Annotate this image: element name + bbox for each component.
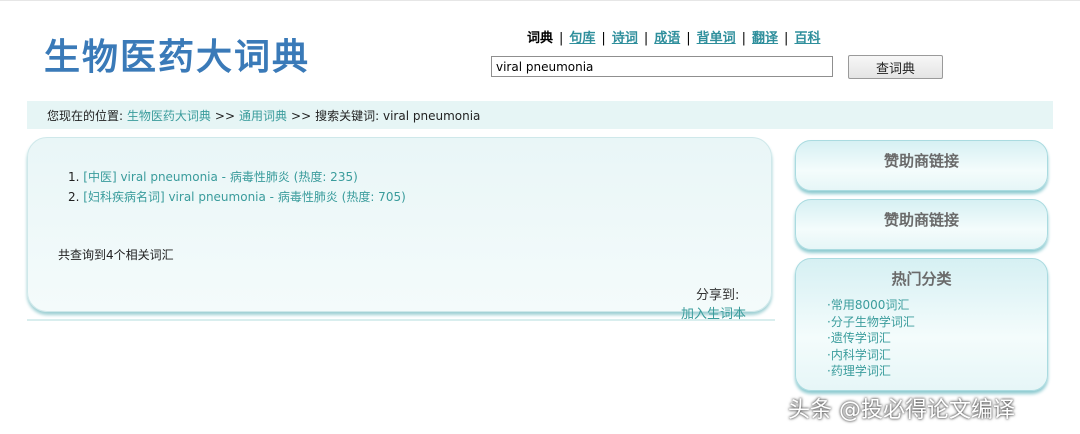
result-link[interactable]: [妇科疾病名词] viral pneumonia - 病毒性肺炎 (热度: 70… (83, 190, 405, 204)
list-item: ·分子生物学词汇 (827, 314, 1047, 331)
hot-categories-heading: 热门分类 (891, 270, 952, 288)
nav-separator: | (686, 31, 691, 46)
result-link[interactable]: [中医] viral pneumonia - 病毒性肺炎 (热度: 235) (83, 170, 357, 184)
divider (27, 319, 775, 321)
list-item: 1. [中医] viral pneumonia - 病毒性肺炎 (热度: 235… (68, 168, 406, 188)
category-link[interactable]: ·内科学词汇 (827, 348, 891, 362)
list-item: ·药理学词汇 (827, 363, 1047, 380)
nav-item-vocabulary[interactable]: 背单词 (697, 31, 736, 46)
result-number: 1. (68, 170, 80, 184)
sponsor-heading: 赞助商链接 (883, 211, 959, 229)
search-button[interactable]: 查词典 (848, 55, 943, 79)
nav-item-poetry[interactable]: 诗词 (612, 31, 638, 46)
breadcrumb: 您现在的位置: 生物医药大词典 >> 通用词典 >> 搜索关键词: viral pneu… (27, 101, 1053, 129)
share-label: 分享到: (696, 288, 740, 303)
category-link[interactable]: ·分子生物学词汇 (827, 315, 915, 329)
breadcrumb-prefix: 您现在的位置: (47, 109, 124, 123)
sponsor-heading: 赞助商链接 (883, 152, 959, 170)
list-item: 2. [妇科疾病名词] viral pneumonia - 病毒性肺炎 (热度:… (68, 188, 406, 208)
list-item: ·内科学词汇 (827, 347, 1047, 364)
breadcrumb-arrow: >> (214, 109, 235, 123)
list-item: ·遗传学词汇 (827, 330, 1047, 347)
sponsor-box: 赞助商链接 (795, 140, 1048, 191)
result-count: 共查询到4个相关词汇 (58, 248, 174, 262)
watermark: 头条 @投必得论文编译 (788, 398, 1015, 423)
nav-separator: | (559, 31, 564, 46)
nav-separator: | (784, 31, 789, 46)
results-list: 1. [中医] viral pneumonia - 病毒性肺炎 (热度: 235… (68, 168, 406, 208)
list-item: ·常用8000词汇 (827, 297, 1047, 314)
results-panel (27, 137, 772, 312)
search-input[interactable] (491, 56, 833, 77)
nav-separator: | (601, 31, 606, 46)
result-number: 2. (68, 190, 80, 204)
category-link[interactable]: ·常用8000词汇 (827, 298, 909, 312)
breadcrumb-link-general[interactable]: 通用词典 (239, 109, 287, 123)
nav-separator: | (741, 31, 747, 46)
category-link[interactable]: ·遗传学词汇 (827, 331, 891, 345)
nav-item-dictionary[interactable]: 词典 (527, 31, 553, 46)
category-link[interactable]: ·药理学词汇 (827, 364, 891, 378)
site-logo[interactable]: 生物医药大词典 (44, 28, 310, 80)
nav-item-translate[interactable]: 翻译 (752, 31, 778, 46)
nav-item-sentences[interactable]: 句库 (569, 31, 595, 46)
top-border (0, 0, 1080, 1)
add-wordbook-link[interactable]: 加入生词本 (681, 303, 746, 322)
nav-item-idioms[interactable]: 成语 (654, 31, 680, 46)
nav-separator: | (643, 31, 649, 46)
breadcrumb-link-home[interactable]: 生物医药大词典 (127, 109, 211, 123)
top-nav: 词典 | 句库 | 诗词 | 成语 | 背单词 | 翻译 | 百科 (527, 27, 820, 46)
breadcrumb-keyword: 搜索关键词: viral pneumonia (315, 109, 481, 123)
breadcrumb-arrow: >> (291, 109, 312, 123)
hot-categories-box: 热门分类 ·常用8000词汇 ·分子生物学词汇 ·遗传学词汇 ·内科学词汇 ·药… (795, 258, 1048, 391)
sponsor-box: 赞助商链接 (795, 199, 1048, 250)
nav-item-encyclopedia[interactable]: 百科 (794, 31, 820, 46)
category-list: ·常用8000词汇 ·分子生物学词汇 ·遗传学词汇 ·内科学词汇 ·药理学词汇 (827, 297, 1047, 380)
